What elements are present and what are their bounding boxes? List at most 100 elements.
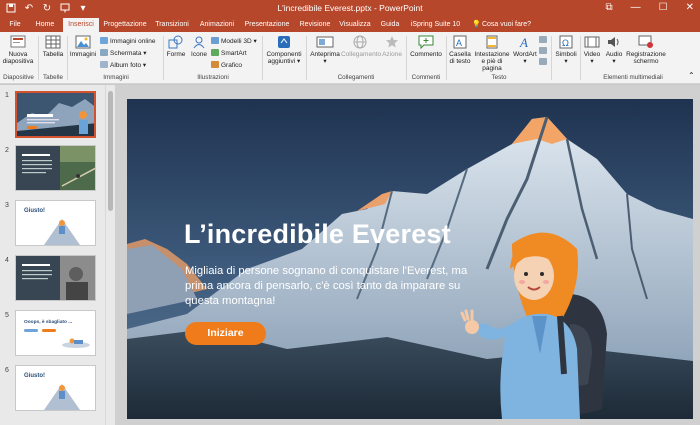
preview-button[interactable]: Anteprima ▾ bbox=[308, 35, 342, 65]
shapes-button[interactable]: Forme bbox=[165, 35, 187, 58]
link-button[interactable]: Collegamento bbox=[341, 35, 381, 58]
tab-inserisci[interactable]: Inserisci bbox=[63, 18, 99, 32]
minimize-button[interactable]: — bbox=[631, 2, 641, 13]
tab-progettazione[interactable]: Progettazione bbox=[102, 18, 148, 32]
thumbnail-slide-4[interactable] bbox=[15, 255, 96, 301]
title-bar: ↶ ↻ ▾ L'incredibile Everest.pptx - Power… bbox=[0, 0, 700, 18]
tab-home[interactable]: Home bbox=[31, 18, 59, 32]
slide-number-icon bbox=[539, 47, 547, 54]
lightbulb-icon: 💡 bbox=[472, 21, 481, 28]
object-icon bbox=[539, 58, 547, 65]
3d-models-button[interactable]: Modelli 3D ▾ bbox=[211, 37, 257, 46]
bridge-thumbnail bbox=[16, 146, 95, 190]
collapse-ribbon-icon[interactable]: ⌃ bbox=[688, 72, 695, 80]
slide-thumbnails-panel: 1 2 3 Giusto! 4 5 Ooops, è sbagliato ...… bbox=[0, 85, 105, 425]
tab-ispring[interactable]: iSpring Suite 10 bbox=[408, 18, 463, 32]
svg-text:Ω: Ω bbox=[562, 39, 569, 49]
table-button[interactable]: Tabella bbox=[41, 35, 65, 58]
thumbnail-number: 5 bbox=[5, 312, 9, 319]
online-images-button[interactable]: Immagini online bbox=[100, 37, 156, 46]
start-button[interactable]: Iniziare bbox=[185, 322, 266, 345]
wordart-button[interactable]: A WordArt ▾ bbox=[512, 35, 538, 65]
slide-subtitle[interactable]: Migliaia di persone sognano di conquista… bbox=[185, 264, 475, 309]
slide-number-button[interactable] bbox=[539, 47, 549, 56]
thumbnail-slide-5[interactable]: Ooops, è sbagliato ... bbox=[15, 310, 96, 356]
object-button[interactable] bbox=[539, 58, 549, 67]
globe-link-icon bbox=[353, 35, 367, 49]
girl-hiker-illustration bbox=[460, 232, 607, 419]
window-title: L'incredibile Everest.pptx - PowerPoint bbox=[277, 3, 423, 13]
smartart-button[interactable]: SmartArt bbox=[211, 49, 247, 58]
group-label-testo: Testo bbox=[491, 74, 507, 81]
restore-ribbon-icon[interactable]: ⧉ bbox=[606, 2, 613, 13]
current-slide[interactable]: L’incredibile Everest Migliaia di person… bbox=[127, 99, 693, 419]
thumbnails-scrollbar[interactable] bbox=[105, 85, 115, 425]
tell-me-search[interactable]: 💡 Cosa vuoi fare? bbox=[472, 18, 542, 32]
tab-transizioni[interactable]: Transizioni bbox=[152, 18, 192, 32]
audio-button[interactable]: Audio ▾ bbox=[604, 35, 624, 65]
comment-button[interactable]: Commento bbox=[408, 35, 444, 58]
images-button[interactable]: Immagini bbox=[69, 35, 97, 58]
header-footer-icon bbox=[486, 35, 498, 49]
thumbnail-slide-2[interactable] bbox=[15, 145, 96, 191]
smartart-icon bbox=[211, 49, 219, 56]
video-button[interactable]: Video ▾ bbox=[582, 35, 602, 65]
omega-icon: Ω bbox=[559, 35, 573, 49]
screenshot-button[interactable]: Schermata ▾ bbox=[100, 49, 147, 58]
textbox-icon: A bbox=[453, 35, 467, 49]
scrollbar-thumb[interactable] bbox=[108, 91, 113, 211]
svg-text:Giusto!: Giusto! bbox=[24, 208, 45, 214]
group-label-diapositive: Diapositive bbox=[3, 74, 34, 81]
thumbnail-number: 4 bbox=[5, 257, 9, 264]
tab-file[interactable]: File bbox=[5, 18, 25, 32]
slide-title[interactable]: L’incredibile Everest bbox=[184, 219, 451, 250]
image-icon bbox=[75, 35, 91, 49]
photo-album-icon bbox=[100, 61, 108, 68]
thumbnail-slide-3[interactable]: Giusto! bbox=[15, 200, 96, 246]
group-label-collegamenti: Collegamenti bbox=[337, 74, 375, 81]
group-label-tabelle: Tabelle bbox=[43, 74, 63, 81]
ribbon-tabs: File Home Inserisci Progettazione Transi… bbox=[0, 18, 700, 32]
correct-thumbnail-2: Giusto! bbox=[16, 366, 95, 410]
group-label-immagini: Immagini bbox=[103, 74, 129, 81]
thumbnail-slide-6[interactable]: Giusto! bbox=[15, 365, 96, 411]
portrait-thumbnail bbox=[16, 256, 95, 300]
symbols-button[interactable]: Ω Simboli ▾ bbox=[553, 35, 579, 65]
svg-text:Ooops, è sbagliato ...: Ooops, è sbagliato ... bbox=[24, 319, 72, 325]
tab-guida[interactable]: Guida bbox=[378, 18, 402, 32]
comment-icon bbox=[418, 35, 434, 49]
header-footer-button[interactable]: Intestazione e piè di pagina bbox=[473, 35, 511, 72]
tab-revisione[interactable]: Revisione bbox=[297, 18, 333, 32]
tab-presentazione[interactable]: Presentazione bbox=[242, 18, 292, 32]
thumbnail-number: 3 bbox=[5, 202, 9, 209]
shapes-icon bbox=[168, 35, 183, 49]
svg-text:Giusto!: Giusto! bbox=[24, 373, 45, 379]
thumbnail-slide-1[interactable] bbox=[15, 91, 96, 138]
chart-icon bbox=[211, 61, 219, 68]
text-extra-icons[interactable] bbox=[539, 36, 549, 45]
photo-album-button[interactable]: Album foto ▾ bbox=[100, 61, 146, 70]
icons-icon bbox=[193, 36, 205, 49]
group-label-commenti: Commenti bbox=[411, 74, 441, 81]
new-slide-button[interactable]: Nuova diapositiva bbox=[2, 35, 34, 65]
tab-animazioni[interactable]: Animazioni bbox=[197, 18, 237, 32]
action-star-icon bbox=[386, 36, 398, 48]
textbox-button[interactable]: A Casella di testo bbox=[448, 35, 472, 65]
screen-recording-button[interactable]: Registrazione schermo bbox=[626, 35, 666, 65]
action-button[interactable]: Azione bbox=[380, 35, 404, 58]
tab-visualizza[interactable]: Visualizza bbox=[337, 18, 373, 32]
chart-button[interactable]: Grafico bbox=[211, 61, 242, 70]
addins-button[interactable]: Componenti aggiuntivi ▾ bbox=[264, 35, 304, 65]
mountain-thumbnail bbox=[17, 93, 94, 136]
new-slide-icon bbox=[10, 35, 26, 48]
icons-button[interactable]: Icone bbox=[189, 35, 209, 58]
correct-thumbnail: Giusto! bbox=[16, 201, 95, 245]
preview-icon bbox=[316, 36, 334, 48]
maximize-button[interactable]: ☐ bbox=[659, 2, 668, 13]
screen-recording-icon bbox=[638, 35, 653, 48]
wordart-icon: A bbox=[519, 35, 528, 49]
group-label-multimedia: Elementi multimediali bbox=[603, 74, 663, 81]
thumbnail-number: 1 bbox=[5, 92, 9, 99]
close-button[interactable]: ✕ bbox=[686, 2, 694, 13]
screenshot-icon bbox=[100, 49, 108, 56]
